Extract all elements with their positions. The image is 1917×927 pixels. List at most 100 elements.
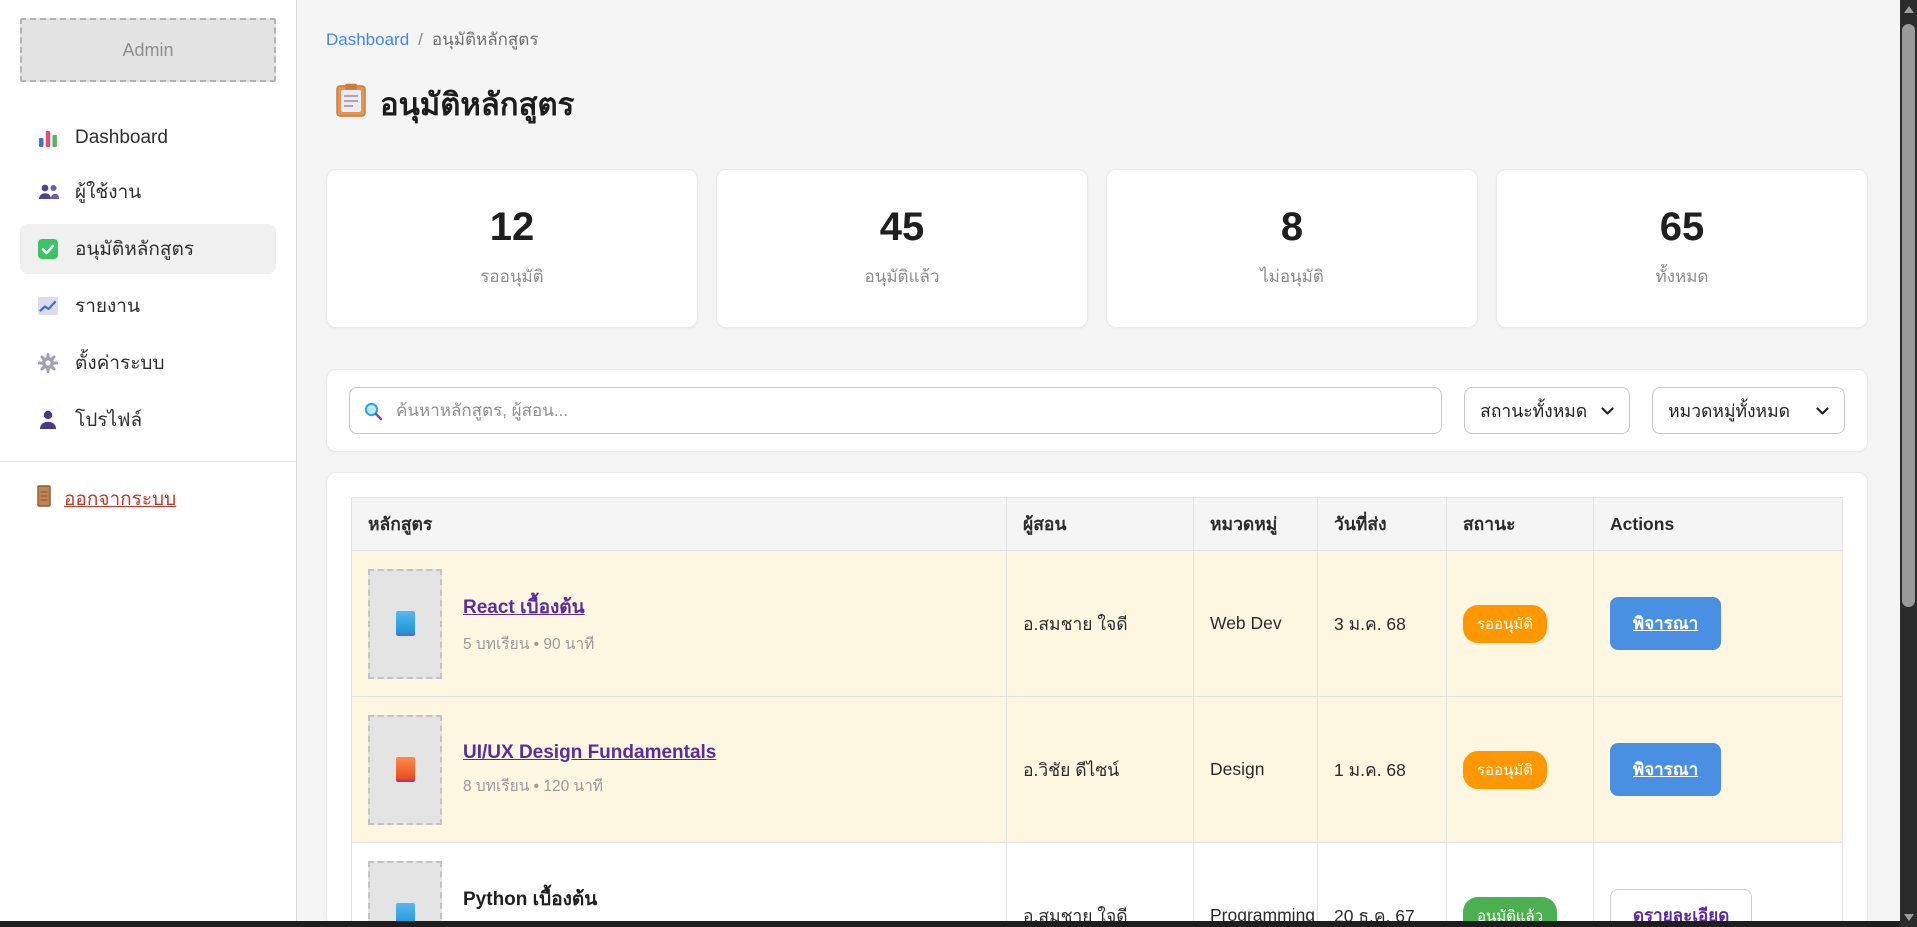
blue-square-icon [396, 611, 415, 636]
scrollbar-thumb[interactable] [1902, 24, 1915, 607]
stat-card-approved: 45 อนุมัติแล้ว [716, 169, 1088, 328]
category-cell: Programming [1194, 843, 1318, 927]
admin-logo-placeholder: Admin [20, 18, 276, 82]
status-badge: รออนุมัติ [1463, 605, 1547, 643]
course-thumbnail-placeholder [368, 569, 442, 679]
breadcrumb-home-link[interactable]: Dashboard [326, 30, 409, 49]
sidebar: Admin Dashboard ผู้ใช้งาน อนุมัติหลักสูต… [0, 0, 297, 927]
course-meta: 5 บทเรียน • 90 นาที [463, 631, 594, 656]
col-header-instructor: ผู้สอน [1007, 498, 1194, 551]
course-cell: UI/UX Design Fundamentals 8 บทเรียน • 12… [368, 715, 990, 825]
course-cell: Python เบื้องต้น 8 บทเรียน • 120 นาที [368, 861, 990, 927]
stat-card-rejected: 8 ไม่อนุมัติ [1106, 169, 1478, 328]
vertical-scrollbar [1900, 0, 1917, 927]
course-title-link[interactable]: React เบื้องต้น [463, 597, 585, 618]
stat-label: ทั้งหมด [1656, 263, 1709, 290]
stat-value: 65 [1660, 207, 1705, 247]
stat-label: ไม่อนุมัติ [1260, 263, 1324, 290]
page-title: อนุมัติหลักสูตร [336, 79, 1868, 129]
reports-icon [36, 294, 60, 318]
scrollbar-up-arrow[interactable] [1900, 1, 1917, 18]
logout-label: ออกจากระบบ [64, 484, 176, 514]
stat-value: 12 [490, 207, 535, 247]
settings-icon [36, 351, 60, 375]
orange-square-icon [396, 757, 415, 782]
status-filter-select[interactable]: สถานะทั้งหมด [1464, 387, 1630, 434]
category-cell: Design [1194, 697, 1318, 843]
sidebar-item-label: อนุมัติหลักสูตร [75, 234, 194, 264]
main-content: Dashboard / อนุมัติหลักสูตร อนุมัติหลักสูต… [297, 0, 1917, 927]
sidebar-nav: Dashboard ผู้ใช้งาน อนุมัติหลักสูตร รายง… [20, 116, 276, 445]
review-button[interactable]: พิจารณา [1610, 743, 1721, 796]
instructor-cell: อ.วิชัย ดีไซน์ [1007, 697, 1194, 843]
dashboard-icon [36, 126, 60, 150]
stat-value: 8 [1281, 207, 1303, 247]
course-thumbnail-placeholder [368, 715, 442, 825]
breadcrumb: Dashboard / อนุมัติหลักสูตร [326, 26, 1868, 53]
sidebar-item-label: ตั้งค่าระบบ [75, 348, 165, 378]
stat-card-pending: 12 รออนุมัติ [326, 169, 698, 328]
table-row: React เบื้องต้น 5 บทเรียน • 90 นาที อ.สม… [352, 551, 1843, 697]
chevron-down-icon [1601, 400, 1614, 421]
course-thumbnail-placeholder [368, 861, 442, 927]
stats-row: 12 รออนุมัติ 45 อนุมัติแล้ว 8 ไม่อนุมัติ… [326, 169, 1868, 328]
course-meta: 8 บทเรียน • 120 นาที [463, 773, 716, 798]
sidebar-item-label: Dashboard [75, 127, 168, 149]
col-header-course: หลักสูตร [352, 498, 1007, 551]
sidebar-item-reports[interactable]: รายงาน [20, 281, 276, 331]
stat-card-total: 65 ทั้งหมด [1496, 169, 1868, 328]
sidebar-item-label: ผู้ใช้งาน [75, 177, 141, 207]
breadcrumb-current: อนุมัติหลักสูตร [432, 30, 539, 49]
date-cell: 20 ธ.ค. 67 [1318, 843, 1447, 927]
table-row: Python เบื้องต้น 8 บทเรียน • 120 นาที อ.… [352, 843, 1843, 927]
sidebar-item-users[interactable]: ผู้ใช้งาน [20, 167, 276, 217]
approve-icon [36, 237, 60, 261]
search-input[interactable] [349, 387, 1442, 434]
sidebar-item-label: โปรไฟล์ [75, 405, 142, 435]
search-icon [363, 401, 383, 421]
sidebar-item-dashboard[interactable]: Dashboard [20, 116, 276, 160]
col-header-actions: Actions [1594, 498, 1843, 551]
category-filter-value: หมวดหมู่ทั้งหมด [1668, 397, 1790, 425]
sidebar-item-label: รายงาน [75, 291, 140, 321]
instructor-cell: อ.สมชาย ใจดี [1007, 551, 1194, 697]
sidebar-item-settings[interactable]: ตั้งค่าระบบ [20, 338, 276, 388]
review-button[interactable]: พิจารณา [1610, 597, 1721, 650]
date-cell: 1 ม.ค. 68 [1318, 697, 1447, 843]
table-header-row: หลักสูตร ผู้สอน หมวดหมู่ วันที่ส่ง สถานะ… [352, 498, 1843, 551]
door-icon [36, 485, 52, 513]
breadcrumb-separator: / [418, 30, 423, 49]
table-row: UI/UX Design Fundamentals 8 บทเรียน • 12… [352, 697, 1843, 843]
date-cell: 3 ม.ค. 68 [1318, 551, 1447, 697]
course-title-link[interactable]: UI/UX Design Fundamentals [463, 742, 716, 763]
bottom-edge-strip [0, 921, 1900, 927]
category-cell: Web Dev [1194, 551, 1318, 697]
stat-label: อนุมัติแล้ว [865, 263, 940, 290]
chevron-down-icon [1816, 400, 1829, 421]
clipboard-icon [336, 83, 366, 125]
page-title-text: อนุมัติหลักสูตร [380, 79, 574, 129]
status-filter-value: สถานะทั้งหมด [1480, 397, 1587, 425]
stat-label: รออนุมัติ [480, 263, 543, 290]
search-wrapper [349, 387, 1442, 434]
courses-table: หลักสูตร ผู้สอน หมวดหมู่ วันที่ส่ง สถานะ… [351, 497, 1843, 927]
course-cell: React เบื้องต้น 5 บทเรียน • 90 นาที [368, 569, 990, 679]
sidebar-item-profile[interactable]: โปรไฟล์ [20, 395, 276, 445]
category-filter-select[interactable]: หมวดหมู่ทั้งหมด [1652, 387, 1845, 434]
users-icon [36, 180, 60, 204]
stat-value: 45 [880, 207, 925, 247]
col-header-status: สถานะ [1447, 498, 1594, 551]
course-title: Python เบื้องต้น [463, 889, 597, 910]
sidebar-item-course-approval[interactable]: อนุมัติหลักสูตร [20, 224, 276, 274]
admin-logo-text: Admin [122, 40, 173, 61]
courses-table-card: หลักสูตร ผู้สอน หมวดหมู่ วันที่ส่ง สถานะ… [326, 472, 1868, 927]
col-header-category: หมวดหมู่ [1194, 498, 1318, 551]
profile-icon [36, 408, 60, 432]
col-header-date: วันที่ส่ง [1318, 498, 1447, 551]
status-badge: รออนุมัติ [1463, 751, 1547, 789]
sidebar-divider [0, 461, 296, 462]
scrollbar-down-arrow[interactable] [1900, 909, 1917, 926]
filter-bar: สถานะทั้งหมด หมวดหมู่ทั้งหมด [326, 369, 1868, 452]
instructor-cell: อ.สมชาย ใจดี [1007, 843, 1194, 927]
logout-link[interactable]: ออกจากระบบ [36, 484, 176, 514]
